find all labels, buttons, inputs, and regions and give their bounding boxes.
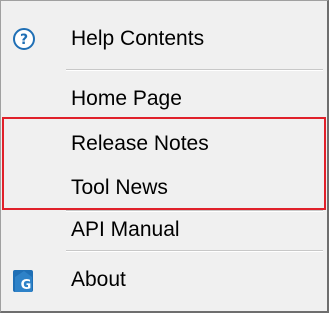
svg-text:G: G bbox=[21, 278, 32, 293]
menu-item-label: About bbox=[71, 268, 126, 291]
menu-item-label: Release Notes bbox=[71, 132, 209, 155]
menu-item-release-notes[interactable]: Release Notes bbox=[1, 119, 327, 169]
menu-item-home-page[interactable]: Home Page bbox=[1, 74, 327, 124]
menu-separator bbox=[66, 250, 323, 252]
menu-item-label: Help Contents bbox=[71, 27, 205, 50]
svg-text:?: ? bbox=[20, 32, 28, 48]
help-circle-icon: ? bbox=[9, 14, 39, 64]
menu-item-api-manual[interactable]: API Manual bbox=[1, 205, 327, 255]
menu-item-about[interactable]: G About bbox=[1, 255, 327, 305]
menu-separator bbox=[66, 69, 323, 71]
help-menu: ? Help Contents Home Page Release Notes … bbox=[0, 0, 329, 313]
menu-item-label: API Manual bbox=[71, 218, 180, 241]
menu-item-help-contents[interactable]: ? Help Contents bbox=[1, 14, 327, 64]
menu-item-label: Home Page bbox=[71, 87, 182, 110]
app-logo-icon: G bbox=[9, 255, 39, 305]
